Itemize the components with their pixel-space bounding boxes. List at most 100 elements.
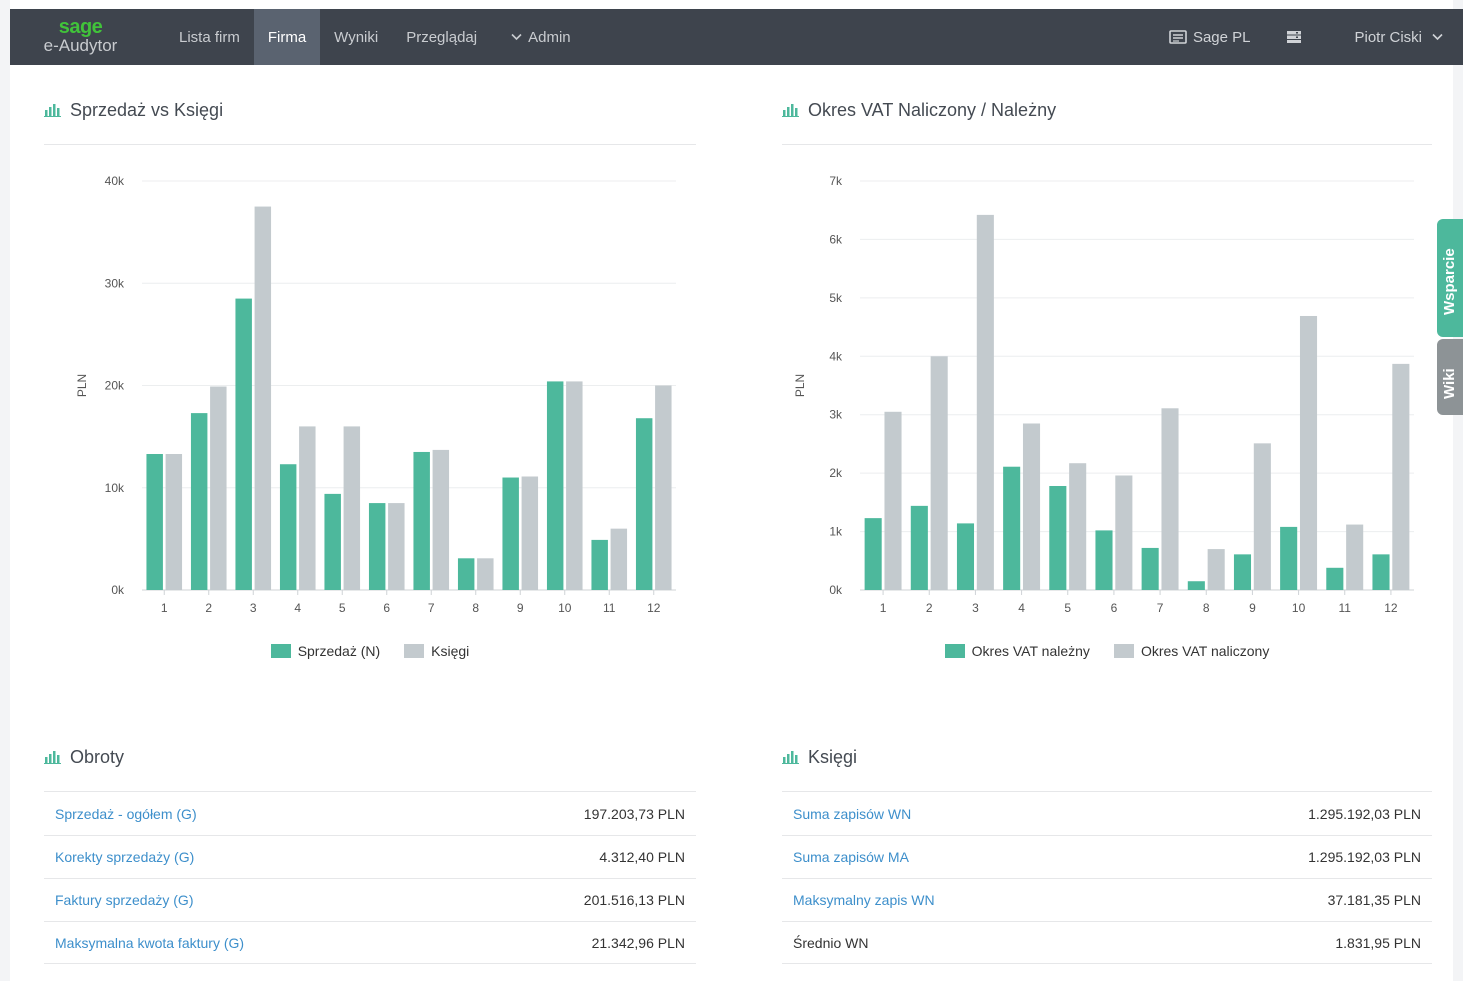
- bar-series-1: [279, 464, 297, 590]
- table-row: Suma zapisów MA 1.295.192,03 PLN: [782, 835, 1432, 878]
- x-tick-label: 9: [517, 601, 524, 615]
- row-value: 37.181,35 PLN: [1327, 892, 1421, 908]
- nav-item-firma[interactable]: Firma: [253, 9, 321, 65]
- bar-series-2: [566, 381, 583, 590]
- bar-series-1: [956, 523, 975, 590]
- row-link[interactable]: Suma zapisów WN: [793, 806, 911, 822]
- bar-chart-icon: [782, 104, 799, 117]
- row-value: 201.516,13 PLN: [583, 892, 685, 908]
- y-tick-label: 5k: [829, 291, 843, 305]
- panel-title: Obroty: [44, 745, 696, 769]
- legend-swatch: [270, 644, 291, 658]
- bar-series-2: [210, 386, 227, 590]
- y-tick-label: 10k: [105, 481, 125, 495]
- x-tick-label: 7: [428, 601, 435, 615]
- row-value: 21.342,96 PLN: [591, 934, 685, 951]
- y-axis-label: PLN: [75, 374, 89, 397]
- server-button[interactable]: [1264, 9, 1330, 65]
- table-row: Sprzedaż - ogółem (G) 197.203,73 PLN: [44, 791, 696, 835]
- row-link[interactable]: Maksymalny zapis WN: [793, 892, 935, 908]
- divider: [782, 144, 1432, 145]
- panel-title: Sprzedaż vs Księgi: [44, 98, 696, 122]
- x-tick-label: 1: [880, 601, 887, 615]
- bar-series-2: [1392, 363, 1410, 590]
- bar-series-1: [457, 558, 475, 590]
- bar-series-1: [1187, 581, 1205, 590]
- bar-series-2: [1161, 408, 1179, 590]
- row-link[interactable]: Maksymalna kwota faktury (G): [55, 935, 244, 951]
- user-menu[interactable]: Piotr Ciski: [1330, 9, 1463, 65]
- bar-series-1: [1049, 485, 1067, 590]
- x-tick-label: 5: [339, 601, 346, 615]
- bar-series-1: [413, 451, 430, 590]
- bar-series-1: [1372, 554, 1390, 590]
- admin-label: Admin: [528, 28, 571, 46]
- bar-series-2: [254, 206, 272, 590]
- table-row: Korekty sprzedaży (G) 4.312,40 PLN: [44, 835, 696, 878]
- brand-name: e-Audytor: [43, 35, 118, 55]
- legend-item-vat-due[interactable]: Okres VAT należny: [944, 643, 1090, 659]
- nav-item-przegladaj[interactable]: Przeglądaj: [392, 9, 491, 65]
- row-link[interactable]: Faktury sprzedaży (G): [55, 892, 193, 908]
- bar-series-2: [343, 426, 361, 590]
- bar-series-2: [884, 411, 902, 590]
- company-selector[interactable]: Sage PL: [1155, 9, 1265, 65]
- support-side-tab[interactable]: Wsparcie: [1437, 219, 1463, 337]
- bar-series-1: [502, 477, 519, 590]
- x-tick-label: 4: [294, 601, 301, 615]
- legend-label: Okres VAT naliczony: [1140, 643, 1270, 659]
- y-tick-label: 0k: [111, 583, 125, 597]
- row-value: 197.203,73 PLN: [583, 805, 685, 822]
- legend-swatch: [404, 644, 425, 658]
- brand-logo: sage: [58, 15, 103, 38]
- x-tick-label: 3: [250, 601, 257, 615]
- bar-series-1: [910, 505, 928, 590]
- panel-title-text: Obroty: [70, 746, 125, 767]
- bar-series-2: [432, 449, 450, 590]
- x-tick-label: 10: [558, 601, 572, 615]
- panel-title: Księgi: [782, 745, 1432, 769]
- row-link[interactable]: Korekty sprzedaży (G): [55, 849, 194, 865]
- nav-item-admin[interactable]: Admin: [491, 9, 585, 65]
- legend-swatch: [944, 644, 965, 658]
- vat-chart-legend: Okres VAT należny Okres VAT naliczony: [782, 640, 1432, 662]
- row-link[interactable]: Suma zapisów MA: [793, 849, 909, 865]
- bar-series-1: [324, 493, 341, 590]
- bar-series-2: [1253, 443, 1271, 590]
- sales-vs-books-chart: 0k10k20k30k40kPLN1 2 3 4 5 6 7 8 9 10 11 12: [75, 174, 676, 615]
- wiki-side-tab[interactable]: Wiki: [1437, 339, 1463, 415]
- row-value: 1.295.192,03 PLN: [1308, 849, 1421, 865]
- wiki-tab-label: Wiki: [1441, 368, 1458, 399]
- legend-item-sales[interactable]: Sprzedaż (N): [270, 643, 380, 659]
- chevron-down-icon: [1432, 30, 1449, 44]
- brand[interactable]: sage e-Audytor: [10, 9, 165, 65]
- legend-item-vat-charged[interactable]: Okres VAT naliczony: [1113, 643, 1270, 659]
- chevron-down-icon: [511, 30, 522, 44]
- row-value: 1.831,95 PLN: [1335, 934, 1421, 951]
- panel-title-text: Sprzedaż vs Księgi: [70, 99, 224, 120]
- bar-series-1: [1141, 547, 1159, 590]
- sales-chart-legend: Sprzedaż (N) Księgi: [44, 640, 696, 662]
- x-tick-label: 9: [1249, 601, 1256, 615]
- row-value: 1.295.192,03 PLN: [1308, 805, 1421, 822]
- x-tick-label: 12: [647, 601, 661, 615]
- x-tick-label: 8: [472, 601, 479, 615]
- nav-item-lista-firm[interactable]: Lista firm: [165, 9, 254, 65]
- bar-series-1: [1233, 554, 1252, 590]
- x-tick-label: 5: [1064, 601, 1071, 615]
- bar-series-1: [190, 413, 208, 590]
- bar-series-2: [610, 528, 628, 590]
- y-tick-label: 40k: [105, 174, 125, 188]
- legend-item-books[interactable]: Księgi: [404, 643, 469, 659]
- bar-series-2: [477, 558, 494, 590]
- row-link[interactable]: Sprzedaż - ogółem (G): [55, 806, 197, 822]
- bar-chart-icon: [44, 104, 61, 117]
- y-tick-label: 1k: [829, 525, 843, 539]
- y-tick-label: 0k: [829, 583, 843, 597]
- bar-series-1: [1280, 526, 1298, 590]
- bar-series-1: [864, 518, 882, 590]
- table-row: Faktury sprzedaży (G) 201.516,13 PLN: [44, 878, 696, 921]
- x-tick-label: 12: [1384, 601, 1398, 615]
- x-tick-label: 2: [205, 601, 212, 615]
- nav-item-wyniki[interactable]: Wyniki: [320, 9, 392, 65]
